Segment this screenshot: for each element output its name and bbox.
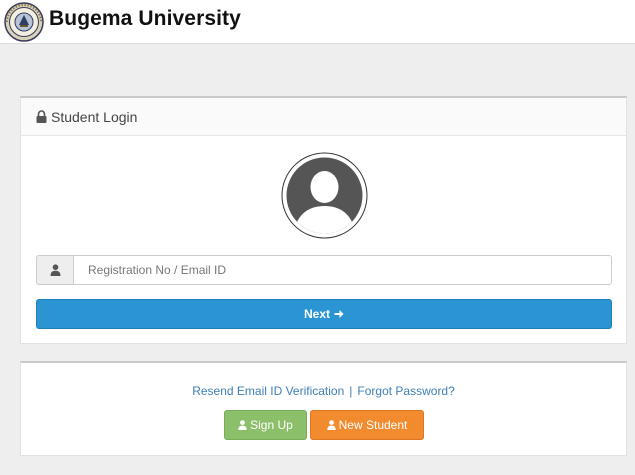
- registration-email-input[interactable]: [73, 255, 612, 285]
- next-button-label: Next: [303, 307, 330, 321]
- user-icon: [50, 264, 61, 276]
- brand-name[interactable]: Bugema University: [49, 7, 241, 31]
- new-student-label: New Student: [338, 418, 408, 432]
- resend-verification-link[interactable]: Resend Email ID Verification: [192, 384, 344, 398]
- next-button[interactable]: Next: [36, 299, 612, 329]
- registration-input-group: [36, 255, 612, 285]
- student-login-panel: Student Login Next: [20, 96, 627, 344]
- sign-up-label: Sign Up: [250, 418, 293, 432]
- input-addon: [36, 255, 73, 285]
- user-icon: [238, 420, 247, 430]
- panel-title: Student Login: [51, 109, 138, 125]
- forgot-password-link[interactable]: Forgot Password?: [357, 384, 454, 398]
- top-navbar: Bugema University: [0, 0, 635, 44]
- university-seal-icon[interactable]: [3, 2, 45, 42]
- user-avatar-icon: [281, 152, 368, 239]
- new-student-button[interactable]: New Student: [310, 410, 424, 440]
- panel-heading: Student Login: [21, 98, 626, 136]
- user-icon: [326, 420, 336, 430]
- link-separator: |: [349, 384, 353, 398]
- arrow-right-icon: [334, 310, 344, 318]
- sign-up-button[interactable]: Sign Up: [224, 410, 307, 440]
- account-links-panel: Resend Email ID Verification | Forgot Pass…: [20, 361, 627, 456]
- lock-icon: [36, 110, 47, 123]
- help-links: Resend Email ID Verification | Forgot Pass…: [21, 384, 626, 398]
